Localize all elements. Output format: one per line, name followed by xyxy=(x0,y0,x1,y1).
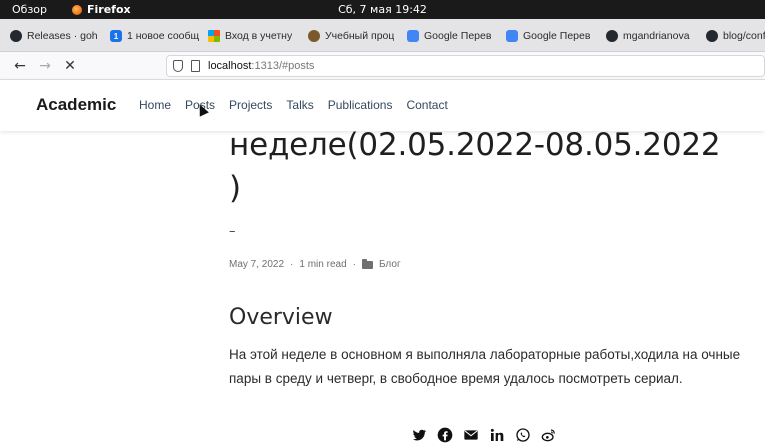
notification-icon: 1 xyxy=(110,30,122,42)
twitter-icon[interactable] xyxy=(410,426,427,443)
tab-mgandrianova[interactable]: mgandrianova xyxy=(606,24,694,48)
clock[interactable]: Сб, 7 мая 19:42 xyxy=(0,3,765,16)
menu-item-talks[interactable]: Talks xyxy=(286,98,313,112)
system-top-bar: Обзор Firefox Сб, 7 мая 19:42 xyxy=(0,0,765,19)
tab-releases[interactable]: Releases · goh xyxy=(10,24,105,48)
linkedin-icon[interactable] xyxy=(488,426,505,443)
url-host: localhost xyxy=(208,60,252,72)
github-icon xyxy=(10,30,22,42)
url-path: :1313/#posts xyxy=(251,60,315,72)
tab-label: Учебный проц xyxy=(325,30,395,42)
tab-blog-conf[interactable]: blog/conf xyxy=(706,24,765,48)
share-bar xyxy=(410,426,557,443)
section-heading: Overview xyxy=(229,305,333,330)
tab-strip: Releases · goh 1 1 новое сообщ Вход в уч… xyxy=(0,19,765,52)
menu-item-publications[interactable]: Publications xyxy=(328,98,393,112)
tab-label: Releases · goh xyxy=(27,30,98,42)
tab-login[interactable]: Вход в учетну xyxy=(208,24,296,48)
post-read-time: 1 min read xyxy=(299,259,347,270)
meta-separator: · xyxy=(352,259,356,270)
address-bar[interactable]: localhost:1313/#posts xyxy=(166,55,765,77)
tab-label: mgandrianova xyxy=(623,30,690,42)
post-paragraph: На этой неделе в основном я выполняла ла… xyxy=(229,347,741,386)
site-brand[interactable]: Academic xyxy=(36,95,116,115)
navigation-bar: ← → ✕ localhost:1313/#posts xyxy=(0,52,765,80)
microsoft-icon xyxy=(208,30,220,42)
page-info-icon[interactable] xyxy=(191,60,200,72)
post-meta: May 7, 2022 · 1 min read · Блог xyxy=(229,258,401,270)
title-dash: – xyxy=(229,224,236,239)
post-article: неделе(02.05.2022-08.05.2022 ) – May 7, … xyxy=(229,124,759,386)
tab-label: 1 новое сообщ xyxy=(127,30,200,42)
menu-item-home[interactable]: Home xyxy=(139,98,171,112)
tab-label: Google Перев xyxy=(424,30,492,42)
back-arrow-icon[interactable]: ← xyxy=(10,56,30,76)
github-icon xyxy=(606,30,618,42)
stop-loading-icon[interactable]: ✕ xyxy=(60,56,80,76)
tab-label: blog/conf xyxy=(723,30,765,42)
post-title-line-2: ) xyxy=(229,170,241,206)
menu-item-contact[interactable]: Contact xyxy=(406,98,447,112)
tab-translate-2[interactable]: Google Перев xyxy=(506,24,596,48)
tab-label: Google Перев xyxy=(523,30,591,42)
weibo-icon[interactable] xyxy=(540,426,557,443)
post-date: May 7, 2022 xyxy=(229,259,285,270)
email-icon[interactable] xyxy=(462,426,479,443)
forward-arrow-icon[interactable]: → xyxy=(35,56,55,76)
tab-study[interactable]: Учебный проц xyxy=(308,24,396,48)
folder-icon xyxy=(361,258,373,269)
owl-icon xyxy=(308,30,320,42)
post-title: неделе(02.05.2022-08.05.2022 ) xyxy=(229,124,759,210)
site-menu: Home Posts Projects Talks Publications C… xyxy=(139,98,462,112)
shield-icon[interactable] xyxy=(173,60,183,72)
post-category[interactable]: Блог xyxy=(379,259,401,270)
tab-translate-1[interactable]: Google Перев xyxy=(407,24,497,48)
tab-label: Вход в учетну xyxy=(225,30,293,42)
facebook-icon[interactable] xyxy=(436,426,453,443)
site-header: Academic Home Posts Projects Talks Publi… xyxy=(0,80,765,131)
github-icon xyxy=(706,30,718,42)
meta-separator: · xyxy=(290,259,294,270)
menu-item-projects[interactable]: Projects xyxy=(229,98,272,112)
google-translate-icon xyxy=(407,30,419,42)
whatsapp-icon[interactable] xyxy=(514,426,531,443)
google-translate-icon xyxy=(506,30,518,42)
tab-messages[interactable]: 1 1 новое сообщ xyxy=(110,24,202,48)
